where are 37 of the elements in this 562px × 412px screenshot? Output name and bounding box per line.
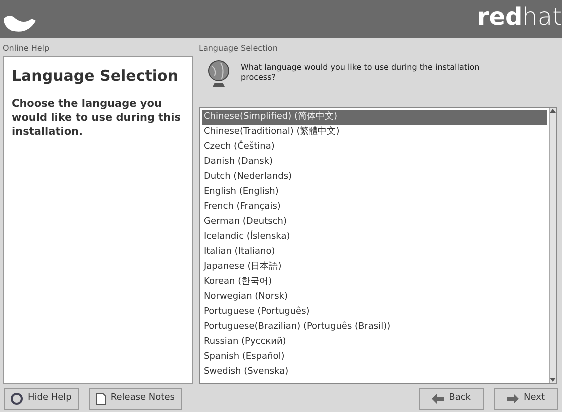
language-option[interactable]: French (Français): [202, 200, 547, 215]
hide-help-button[interactable]: Hide Help: [4, 388, 79, 410]
scroll-up-icon[interactable]: [550, 108, 556, 114]
language-option[interactable]: Chinese(Traditional) (繁體中文): [202, 125, 547, 140]
left-arrow-icon: [432, 394, 444, 404]
language-option[interactable]: Czech (Čeština): [202, 140, 547, 155]
language-option[interactable]: English (English): [202, 185, 547, 200]
scrollbar[interactable]: [549, 108, 556, 383]
release-notes-button[interactable]: Release Notes: [88, 388, 182, 410]
language-option[interactable]: Danish (Dansk): [202, 155, 547, 170]
language-option[interactable]: Spanish (Español): [202, 350, 547, 365]
next-button[interactable]: Next: [494, 388, 558, 410]
question-text: What language would you like to use during the installation process?: [241, 62, 481, 84]
right-arrow-icon: [507, 394, 520, 404]
language-option[interactable]: Dutch (Nederlands): [202, 170, 547, 185]
help-text: Choose the language you would like to use during this installation.: [12, 97, 182, 140]
language-option[interactable]: German (Deutsch): [202, 215, 547, 230]
scroll-down-icon[interactable]: [550, 377, 556, 383]
document-icon: [96, 393, 106, 405]
language-option[interactable]: Chinese(Simplified) (简体中文): [202, 110, 547, 125]
lifebuoy-icon: [11, 393, 23, 405]
redhat-logo-text: redhat: [477, 2, 562, 33]
language-option[interactable]: Japanese (日本語): [202, 260, 547, 275]
shadowman-logo: [4, 13, 36, 33]
panel-label: Online Help: [3, 43, 51, 55]
language-option[interactable]: Portuguese (Português): [202, 305, 547, 320]
language-option[interactable]: Norwegian (Norsk): [202, 290, 547, 305]
help-title: Language Selection: [12, 67, 180, 85]
back-button[interactable]: Back: [419, 388, 484, 410]
language-option[interactable]: Italian (Italiano): [202, 245, 547, 260]
language-option[interactable]: Korean (한국어): [202, 275, 547, 290]
language-option[interactable]: Icelandic (Íslenska): [202, 230, 547, 245]
globe-icon: [207, 60, 231, 88]
language-option[interactable]: Swedish (Svenska): [202, 365, 547, 380]
language-option[interactable]: Russian (Русский): [202, 335, 547, 350]
section-label: Language Selection: [199, 43, 279, 55]
language-option[interactable]: Portuguese(Brazilian) (Português (Brasil)): [202, 320, 547, 335]
